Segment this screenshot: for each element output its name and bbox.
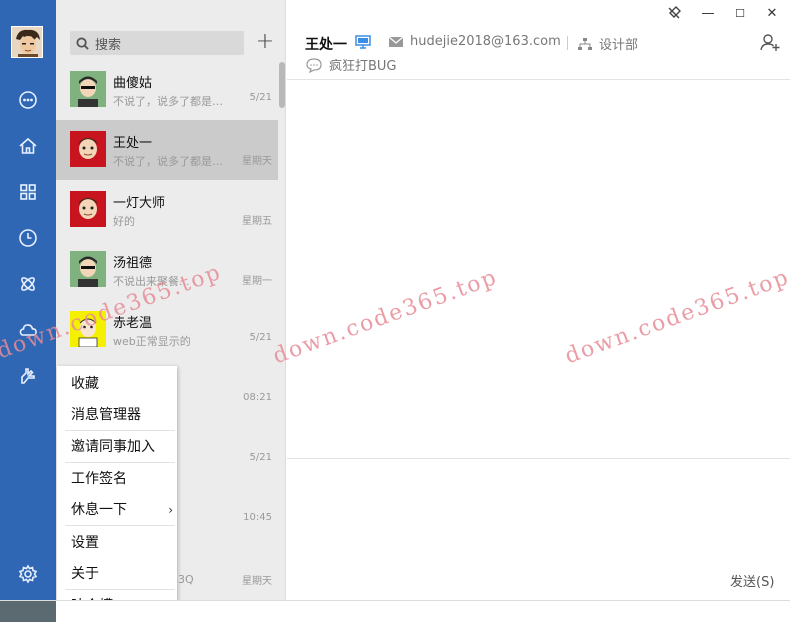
list-scrollbar[interactable] <box>279 62 285 108</box>
contact-time: 5/21 <box>249 92 272 103</box>
contact-time: 5/21 <box>249 452 272 463</box>
signature-text: 疯狂打BUG <box>329 59 397 74</box>
speech-bubble-icon <box>306 57 322 73</box>
contact-item[interactable]: 曲傻姑 不说了，说多了都是泪... 5/21 <box>56 60 278 120</box>
menu-separator <box>65 462 175 463</box>
contact-signature: 疯狂打BUG <box>305 55 397 74</box>
contact-item[interactable]: 汤祖德 不说出来聚餐... 星期一 <box>56 240 278 300</box>
menu-separator <box>65 589 175 590</box>
contact-last-message: 不说了，说多了都是泪... <box>113 95 231 108</box>
settings-gear-icon[interactable] <box>16 562 40 586</box>
contact-avatar <box>70 311 106 347</box>
tool-icon[interactable] <box>16 364 40 388</box>
contact-name: 一灯大师 <box>113 196 166 211</box>
search-icon <box>76 36 89 50</box>
contact-last-message: 3Q <box>178 573 194 586</box>
contact-item-selected[interactable]: 王处一 不说了，说多了都是泪... 星期天 <box>56 120 278 180</box>
contact-name: 赤老温 <box>113 316 153 331</box>
menu-item-favorites[interactable]: 收藏 <box>57 370 177 398</box>
menu-separator <box>65 525 175 526</box>
menu-item-work-signature[interactable]: 工作签名 <box>57 465 177 493</box>
skin-icon[interactable] <box>663 4 685 22</box>
settings-context-menu: 收藏 消息管理器 邀请同事加入 工作签名 休息一下 › 设置 关于 吐个槽 <box>57 366 177 622</box>
contact-time: 星期天 <box>242 156 272 167</box>
add-user-icon[interactable] <box>760 32 780 52</box>
menu-separator <box>65 430 175 431</box>
contact-last-message: 不说出来聚餐... <box>113 275 190 288</box>
send-button[interactable]: 发送(S) <box>730 571 774 590</box>
nav-rail <box>0 0 56 600</box>
contact-last-message: web正常显示的 <box>113 335 191 348</box>
contact-last-message: 好的 <box>113 215 135 228</box>
user-avatar[interactable] <box>11 26 43 58</box>
apps-grid-icon[interactable] <box>16 180 40 204</box>
menu-item-invite-colleague[interactable]: 邀请同事加入 <box>57 433 177 461</box>
chat-pane: — ☐ ✕ 王处一 hudejie2018@163.com 设计部 疯狂打BUG… <box>287 0 790 600</box>
contact-avatar <box>70 251 106 287</box>
contact-name: 王处一 <box>113 136 153 151</box>
chat-contact-name: 王处一 <box>305 37 347 53</box>
menu-item-about[interactable]: 关于 <box>57 560 177 588</box>
chat-header: — ☐ ✕ 王处一 hudejie2018@163.com 设计部 疯狂打BUG <box>287 0 790 80</box>
contact-email: hudejie2018@163.com <box>388 34 561 49</box>
clock-icon[interactable] <box>16 226 40 250</box>
message-input-area[interactable] <box>287 458 790 600</box>
menu-item-take-break-label: 休息一下 <box>71 502 127 518</box>
contact-item[interactable]: 赤老温 web正常显示的 5/21 <box>56 300 278 360</box>
contact-time: 08:21 <box>243 392 272 403</box>
contact-avatar <box>70 71 106 107</box>
cloud-icon[interactable] <box>16 318 40 342</box>
menu-item-settings[interactable]: 设置 <box>57 529 177 557</box>
contact-time: 星期五 <box>242 216 272 227</box>
submenu-arrow-icon: › <box>168 503 173 517</box>
org-chart-icon <box>578 37 592 50</box>
search-input[interactable]: 搜索 <box>70 31 244 55</box>
contact-name: 汤祖德 <box>113 256 153 271</box>
add-button[interactable]: + <box>254 30 276 56</box>
home-icon[interactable] <box>16 134 40 158</box>
contact-department: 设计部 <box>577 34 638 53</box>
contact-last-message: 不说了，说多了都是泪... <box>113 155 231 168</box>
bottom-strip <box>0 600 790 622</box>
mail-icon <box>388 36 404 47</box>
menu-item-take-break[interactable]: 休息一下 › <box>57 496 177 524</box>
contact-time: 星期天 <box>242 576 272 587</box>
search-placeholder: 搜索 <box>95 37 122 53</box>
department-text: 设计部 <box>599 38 639 53</box>
contact-name: 曲傻姑 <box>113 76 153 91</box>
menu-item-message-manager[interactable]: 消息管理器 <box>57 401 177 429</box>
atom-icon[interactable] <box>16 272 40 296</box>
close-button[interactable]: ✕ <box>761 4 783 22</box>
contact-time: 星期一 <box>242 276 272 287</box>
header-divider <box>567 36 568 50</box>
minimize-button[interactable]: — <box>697 4 719 22</box>
bottom-strip-left <box>0 601 56 622</box>
contact-avatar <box>70 131 106 167</box>
contact-avatar <box>70 191 106 227</box>
email-text: hudejie2018@163.com <box>410 34 561 49</box>
contact-item[interactable]: 一灯大师 好的 星期五 <box>56 180 278 240</box>
contact-time: 10:45 <box>243 512 272 523</box>
maximize-button[interactable]: ☐ <box>729 4 751 22</box>
contact-time: 5/21 <box>249 332 272 343</box>
desktop-online-icon <box>355 35 371 49</box>
chat-icon[interactable] <box>16 88 40 112</box>
